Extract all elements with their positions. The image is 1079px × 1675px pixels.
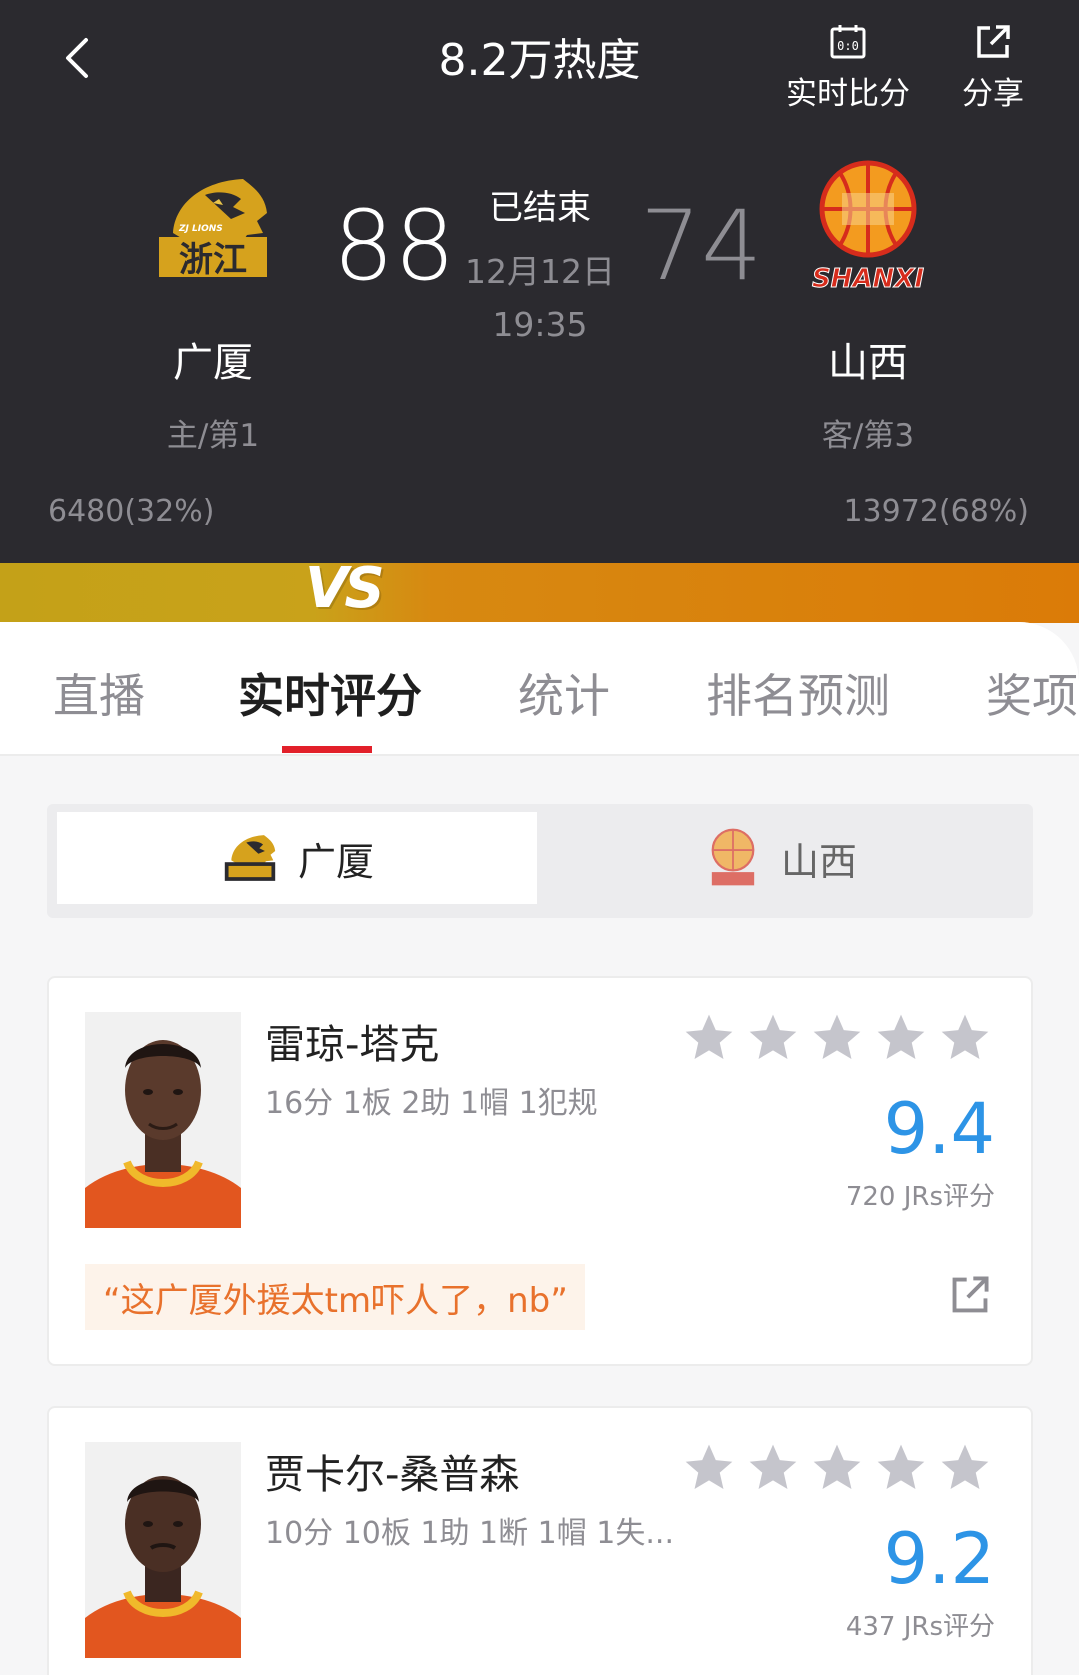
home-support-count: 6480(32%) xyxy=(48,494,215,529)
star-icon[interactable] xyxy=(681,1440,737,1496)
star-icon[interactable] xyxy=(809,1010,865,1066)
live-score-button[interactable]: 0:0 实时比分 xyxy=(786,20,910,113)
player-rating-votes: 437 JRs评分 xyxy=(845,1612,995,1642)
scoreboard-icon: 0:0 xyxy=(826,20,870,64)
home-team-logo[interactable]: 浙江 ZJ LIONS xyxy=(150,168,275,288)
svg-text:0:0: 0:0 xyxy=(837,39,859,53)
star-icon[interactable] xyxy=(745,1440,801,1496)
share-icon[interactable] xyxy=(949,1274,991,1316)
player-rating-score: 9.4 xyxy=(883,1088,995,1170)
player-rating-score: 9.2 xyxy=(883,1518,995,1600)
player-name: 贾卡尔-桑普森 xyxy=(265,1452,520,1498)
team-switch-home[interactable]: 广厦 xyxy=(57,812,537,904)
player-name: 雷琼-塔克 xyxy=(265,1022,440,1068)
tab-rank-prediction[interactable]: 排名预测 xyxy=(706,660,890,726)
hot-comment[interactable]: “这广厦外援太tm吓人了，nb” xyxy=(85,1264,585,1330)
team-switch: 广厦 山西 xyxy=(47,804,1033,918)
away-score: 74 xyxy=(640,190,763,302)
player-rating-card[interactable]: 贾卡尔-桑普森 10分 10板 1助 1断 1帽 1失... 9.2 437 J… xyxy=(47,1406,1033,1675)
game-header: 8.2万热度 0:0 实时比分 分享 浙江 ZJ LIONS 广厦 主/第1 8… xyxy=(0,0,1079,563)
content-panel: 直播 实时评分 统计 排名预测 奖项 广厦 山西 雷琼-塔克 16分 1板 2助… xyxy=(0,622,1079,1675)
star-icon[interactable] xyxy=(873,1010,929,1066)
vs-mark: VS xyxy=(305,556,385,621)
home-logo-subtext: ZJ LIONS xyxy=(178,224,223,234)
home-team-rank: 主/第1 xyxy=(166,418,260,454)
game-time: 19:35 xyxy=(492,305,588,344)
star-icon[interactable] xyxy=(681,1010,737,1066)
home-logo-text: 浙江 xyxy=(179,240,247,280)
away-team-rank: 客/第3 xyxy=(821,418,915,454)
team-switch-away[interactable]: 山西 xyxy=(537,812,1023,904)
tab-live[interactable]: 直播 xyxy=(53,660,145,726)
player-avatar[interactable] xyxy=(85,1012,241,1228)
star-icon[interactable] xyxy=(937,1440,993,1496)
away-team-logo[interactable]: SHANXI xyxy=(808,158,928,296)
heat-title: 8.2万热度 xyxy=(438,35,641,86)
home-team-name: 广厦 xyxy=(173,340,253,386)
home-score: 88 xyxy=(333,190,456,302)
player-rating-card[interactable]: 雷琼-塔克 16分 1板 2助 1帽 1犯规 9.4 720 JRs评分 “这广… xyxy=(47,976,1033,1366)
star-icon[interactable] xyxy=(809,1440,865,1496)
game-date: 12月12日 xyxy=(465,252,615,291)
team-switch-home-label: 广厦 xyxy=(297,839,374,884)
player-rating-votes: 720 JRs评分 xyxy=(845,1182,995,1212)
team-switch-away-label: 山西 xyxy=(780,839,857,884)
away-team-mini-logo xyxy=(703,828,763,888)
star-icon[interactable] xyxy=(873,1440,929,1496)
tab-awards[interactable]: 奖项 xyxy=(986,660,1078,726)
share-button[interactable]: 分享 xyxy=(962,20,1024,113)
away-logo-text: SHANXI xyxy=(812,264,924,294)
player-stats: 10分 10板 1助 1断 1帽 1失... xyxy=(265,1516,674,1551)
star-rating-input[interactable] xyxy=(681,1440,993,1496)
star-icon[interactable] xyxy=(937,1010,993,1066)
live-score-label: 实时比分 xyxy=(786,76,910,112)
star-rating-input[interactable] xyxy=(681,1010,993,1066)
star-icon[interactable] xyxy=(745,1010,801,1066)
tab-live-rating[interactable]: 实时评分 xyxy=(238,660,422,726)
game-status: 已结束 xyxy=(489,188,591,228)
support-ratio-bar[interactable] xyxy=(0,563,1079,623)
share-icon xyxy=(971,20,1015,64)
tab-stats[interactable]: 统计 xyxy=(518,660,610,726)
home-team-mini-logo xyxy=(220,828,280,888)
share-label: 分享 xyxy=(962,76,1024,112)
active-tab-indicator xyxy=(282,746,372,753)
away-support-count: 13972(68%) xyxy=(843,494,1029,529)
tab-bar: 直播 实时评分 统计 排名预测 奖项 xyxy=(0,622,1079,756)
player-stats: 16分 1板 2助 1帽 1犯规 xyxy=(265,1086,598,1121)
player-avatar[interactable] xyxy=(85,1442,241,1658)
away-team-name: 山西 xyxy=(828,340,908,386)
